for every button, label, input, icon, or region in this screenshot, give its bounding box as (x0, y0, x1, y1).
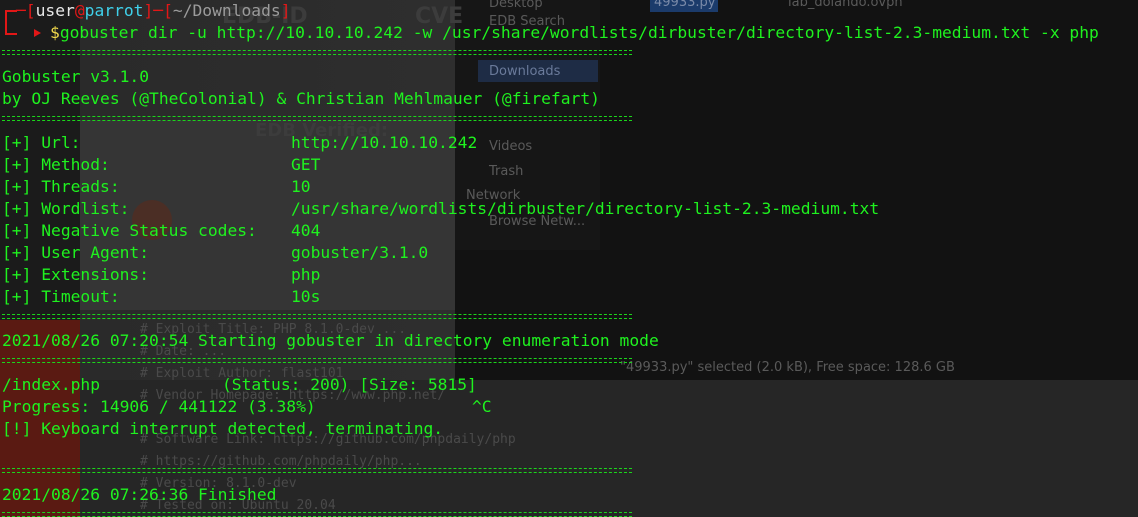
config-key: [+] Threads: (2, 177, 120, 196)
config-key: [+] Extensions: (2, 265, 150, 284)
result-path: /index.php (2, 375, 101, 394)
progress-text: Progress: 14906 / 441122 (3.38%) (2, 397, 316, 416)
config-key: [+] Wordlist: (2, 199, 130, 218)
interrupt-key: ^C (472, 397, 492, 416)
prompt-frame-tail (5, 22, 17, 35)
screen: CVE EDB-ID EDB Verified: Desktop EDB Sea… (0, 0, 1138, 517)
config-value: 404 (291, 221, 321, 240)
config-value: GET (291, 155, 321, 174)
finish-line: 2021/08/26 07:26:36 Finished (2, 485, 277, 504)
prompt-symbol: $ (50, 23, 60, 42)
start-line: 2021/08/26 07:20:54 Starting gobuster in… (2, 331, 659, 350)
config-key: [+] Timeout: (2, 287, 120, 306)
config-value: http://10.10.10.242 (291, 133, 478, 152)
prompt-line: ─[user@parrot]─[~/Downloads] (16, 1, 291, 20)
terminal-output[interactable]: ─[user@parrot]─[~/Downloads] $gobuster d… (0, 0, 1138, 517)
separator-line (2, 116, 632, 121)
separator-line (2, 358, 632, 363)
separator-line (2, 468, 632, 473)
prompt-cwd: ~/Downloads (172, 1, 281, 20)
prompt-arrow-icon (34, 29, 41, 37)
separator-line (2, 50, 632, 55)
separator-line (2, 314, 632, 319)
config-value: 10s (291, 287, 321, 306)
config-key: [+] Negative Status codes: (2, 221, 257, 240)
config-key: [+] User Agent: (2, 243, 150, 262)
config-value: 10 (291, 177, 311, 196)
prompt-host: parrot (84, 1, 144, 20)
banner-authors: by OJ Reeves (@TheColonial) & Christian … (2, 89, 600, 108)
result-status: (Status: 200) [Size: 5815] (222, 375, 477, 394)
config-value: php (291, 265, 321, 284)
config-key: [+] Method: (2, 155, 110, 174)
config-key: [+] Url: (2, 133, 81, 152)
separator-line (2, 512, 632, 517)
config-value: gobuster/3.1.0 (291, 243, 429, 262)
command-text: gobuster dir -u http://10.10.10.242 -w /… (59, 23, 1099, 42)
command-line: $gobuster dir -u http://10.10.10.242 -w … (50, 22, 1099, 44)
config-value: /usr/share/wordlists/dirbuster/directory… (291, 199, 880, 218)
interrupt-message: [!] Keyboard interrupt detected, termina… (2, 419, 444, 438)
prompt-at: @ (74, 1, 85, 20)
prompt-user: user (35, 1, 75, 20)
banner-title: Gobuster v3.1.0 (2, 67, 150, 86)
